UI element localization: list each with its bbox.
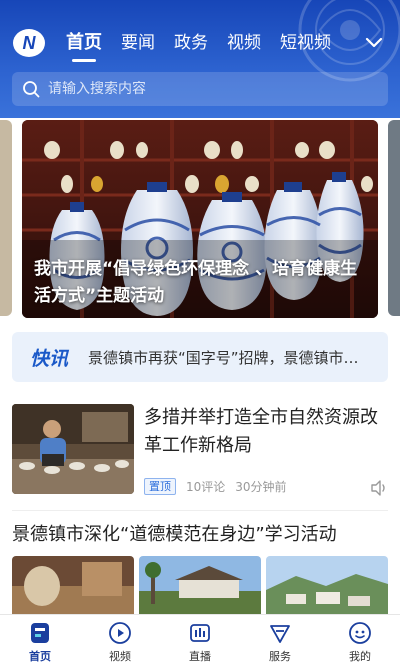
list-item[interactable]: 多措并举打造全市自然资源改革工作新格局 置顶 10评论 30分钟前	[12, 404, 388, 498]
home-icon	[31, 623, 49, 643]
carousel-next-peek[interactable]	[388, 120, 400, 316]
top-nav: 首页 要闻 政务 视频 短视频	[66, 30, 350, 62]
hero-caption: 我市开展“倡导绿色环保理念 、培育健康生活方式”主题活动	[34, 259, 358, 306]
bottom-tab-label: 视频	[109, 650, 131, 663]
bottom-tab-service[interactable]: 服务	[240, 615, 320, 666]
flash-news-bar[interactable]: 快讯 景德镇市再获“国字号”招牌，景德镇市…	[12, 332, 388, 382]
bottom-tab-label: 直播	[189, 650, 211, 663]
comment-count: 10评论	[186, 480, 226, 494]
flash-text[interactable]: 景德镇市再获“国字号”招牌，景德镇市…	[88, 347, 370, 368]
search-bar[interactable]	[12, 72, 388, 106]
search-icon	[23, 81, 40, 98]
service-icon	[270, 625, 290, 643]
app-header: N 首页 要闻 政务 视频 短视频	[0, 0, 400, 118]
profile-icon	[349, 622, 371, 644]
bottom-tab-live[interactable]: 直播	[160, 615, 240, 666]
speaker-icon[interactable]	[370, 480, 388, 496]
bottom-tab-profile[interactable]: 我的	[320, 615, 400, 666]
article-thumbnail	[12, 404, 134, 494]
bottom-tab-home[interactable]: 首页	[0, 615, 80, 666]
artisan-image	[12, 404, 134, 494]
article-meta: 置顶 10评论 30分钟前	[144, 478, 287, 495]
tab-short-video[interactable]: 短视频	[280, 30, 331, 60]
carousel-prev-peek[interactable]	[0, 120, 12, 316]
tab-news[interactable]: 要闻	[121, 30, 155, 60]
bottom-tab-label: 我的	[349, 650, 371, 663]
search-input[interactable]	[48, 81, 368, 97]
logo-icon: N	[13, 29, 45, 57]
live-icon	[190, 624, 210, 642]
tab-home[interactable]: 首页	[66, 30, 102, 62]
article-image	[12, 556, 134, 614]
bottom-tab-bar: 首页 视频 直播 服务 我的	[0, 614, 400, 666]
publish-time: 30分钟前	[235, 480, 287, 494]
article-title[interactable]: 景德镇市深化“道德模范在身边”学习活动	[12, 522, 337, 548]
svg-text:N: N	[23, 33, 37, 53]
article-image	[266, 556, 388, 614]
article-title[interactable]: 多措并举打造全市自然资源改革工作新格局	[144, 404, 384, 460]
article-image	[139, 556, 261, 614]
bottom-tab-label: 服务	[269, 650, 291, 663]
divider	[12, 510, 388, 511]
tab-video[interactable]: 视频	[227, 30, 261, 60]
tab-government[interactable]: 政务	[174, 30, 208, 60]
bottom-tab-label: 首页	[29, 650, 51, 663]
bottom-tab-video[interactable]: 视频	[80, 615, 160, 666]
chevron-down-icon[interactable]	[364, 32, 384, 52]
article-image-row[interactable]	[12, 556, 388, 614]
play-icon	[109, 622, 131, 644]
app-logo[interactable]: N	[12, 28, 46, 58]
hero-banner[interactable]: 我市开展“倡导绿色环保理念 、培育健康生活方式”主题活动	[22, 120, 378, 318]
pinned-badge: 置顶	[144, 478, 176, 495]
flash-tag: 快讯	[30, 347, 69, 370]
